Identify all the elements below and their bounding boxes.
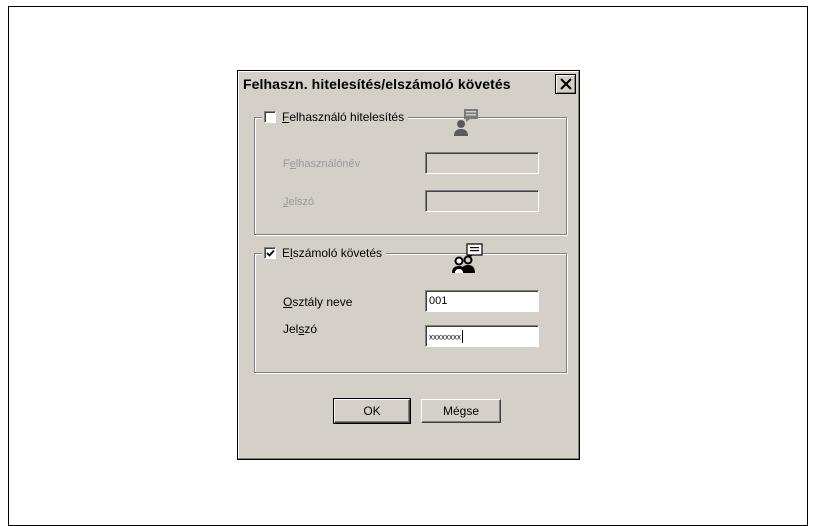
user-auth-label: Felhasználó hitelesítés xyxy=(282,110,405,124)
title-bar: Felhaszn. hitelesítés/elszámoló követés xyxy=(241,74,576,96)
account-tracking-group: Elszámoló követés Osztály neve 001 Jelsz… xyxy=(254,243,567,373)
department-field[interactable]: 001 xyxy=(425,290,539,312)
close-icon xyxy=(560,78,572,90)
auth-tracking-dialog: Felhaszn. hitelesítés/elszámoló követés … xyxy=(237,70,580,460)
user-speech-icon xyxy=(454,109,478,136)
account-password-value: xxxxxxxx xyxy=(429,332,461,342)
dialog-title: Felhaszn. hitelesítés/elszámoló követés xyxy=(243,76,511,92)
cancel-button[interactable]: Mégse xyxy=(421,399,501,423)
group-speech-icon xyxy=(452,243,483,273)
account-tracking-checkbox[interactable] xyxy=(264,247,276,259)
username-label: Felhasználónév xyxy=(283,158,361,170)
user-auth-group: Felhasználó hitelesítés Felhasználónév J… xyxy=(254,109,567,235)
account-password-label: Jelszó xyxy=(283,322,318,336)
user-auth-checkbox[interactable] xyxy=(264,111,276,123)
username-field[interactable] xyxy=(425,152,539,174)
close-button[interactable] xyxy=(555,74,576,94)
user-password-label: Jelszó xyxy=(283,196,315,208)
user-auth-legend: Felhasználó hitelesítés xyxy=(262,109,409,125)
text-caret xyxy=(462,330,463,343)
account-password-field[interactable]: xxxxxxxx xyxy=(425,325,539,347)
user-password-field[interactable] xyxy=(425,190,539,212)
account-tracking-label: Elszámoló követés xyxy=(282,246,383,260)
checkmark-icon xyxy=(266,249,275,257)
account-tracking-legend: Elszámoló követés xyxy=(262,245,387,261)
department-label: Osztály neve xyxy=(283,295,353,309)
ok-button[interactable]: OK xyxy=(333,398,411,424)
